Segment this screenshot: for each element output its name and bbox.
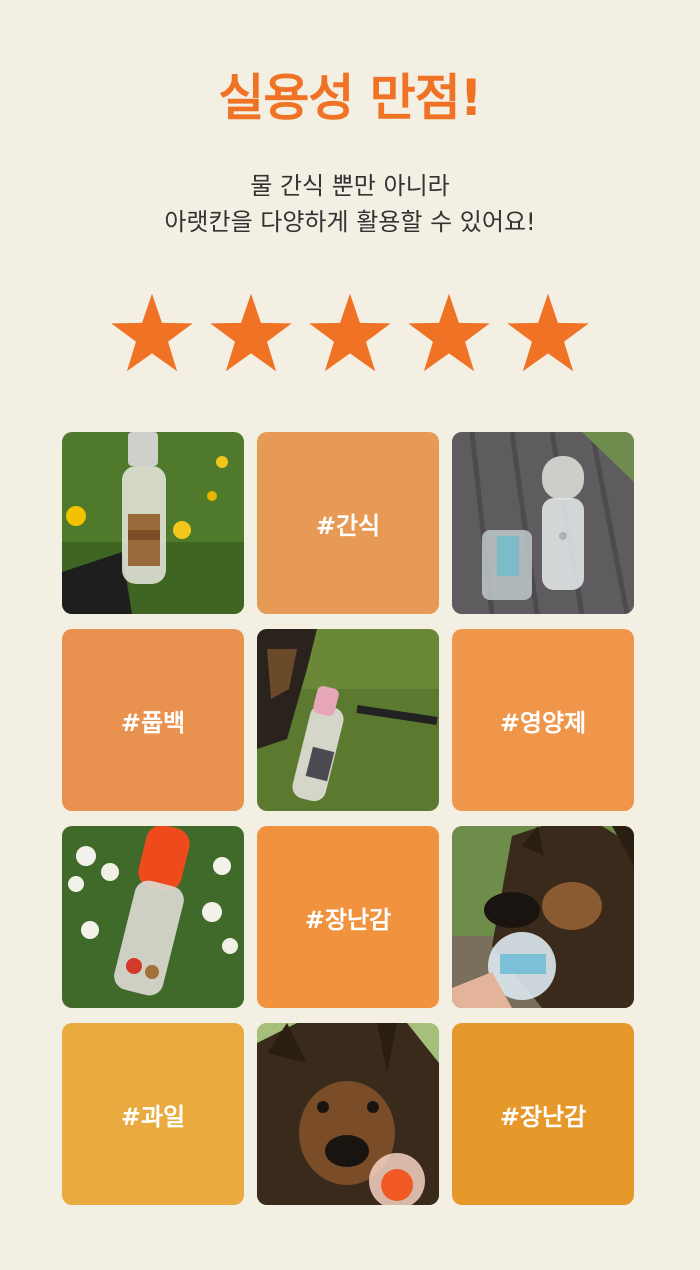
- tag-tile-poop-bag: #풉백: [62, 629, 244, 811]
- star-rating: [110, 292, 590, 376]
- tag-tile-toy-2: #장난감: [452, 1023, 634, 1205]
- subtitle: 물 간식 뿐만 아니라 아랫칸을 다양하게 활용할 수 있어요!: [0, 168, 700, 240]
- bottle-deck-photo: [452, 432, 634, 614]
- tag-tile-snack: #간식: [257, 432, 439, 614]
- tag-tile-fruit: #과일: [62, 1023, 244, 1205]
- tag-tile-supplements: #영양제: [452, 629, 634, 811]
- tag-tile-toy: #장난감: [257, 826, 439, 1008]
- star-icon: [407, 292, 491, 376]
- star-icon: [308, 292, 392, 376]
- page-title: 실용성 만점!: [218, 69, 482, 127]
- shepherd-dog-ball-photo: [257, 1023, 439, 1205]
- bottle-flowers-photo: [62, 432, 244, 614]
- tag-label-snack: #간식: [315, 511, 381, 540]
- usage-grid: #간식 #풉백 #영양제 #장난감 #과일 #장난감: [62, 432, 634, 1205]
- tag-label-fruit: #과일: [120, 1102, 186, 1131]
- dog-grass-bottle-photo: [257, 629, 439, 811]
- orange-bottle-clover-photo: [62, 826, 244, 1008]
- subtitle-line-2: 아랫칸을 다양하게 활용할 수 있어요!: [164, 208, 536, 236]
- tag-label-toy: #장난감: [304, 905, 392, 934]
- tag-label-toy-2: #장난감: [499, 1102, 587, 1131]
- star-icon: [110, 292, 194, 376]
- star-icon: [506, 292, 590, 376]
- page: 실용성 만점! 물 간식 뿐만 아니라 아랫칸을 다양하게 활용할 수 있어요!: [0, 0, 700, 1270]
- subtitle-line-1: 물 간식 뿐만 아니라: [250, 172, 450, 200]
- star-icon: [209, 292, 293, 376]
- shepherd-dog-toy-photo: [452, 826, 634, 1008]
- tag-label-poop-bag: #풉백: [120, 708, 186, 737]
- tag-label-supplements: #영양제: [499, 708, 587, 737]
